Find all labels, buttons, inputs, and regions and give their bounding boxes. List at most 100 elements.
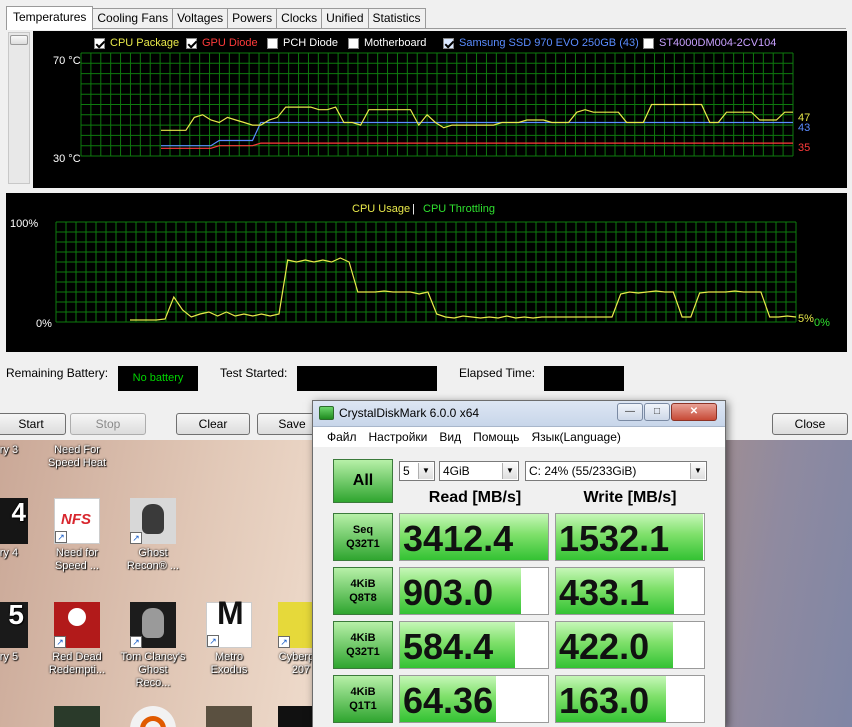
stop-button[interactable]: Stop <box>70 413 146 435</box>
checkbox-st4000[interactable] <box>643 37 654 49</box>
tab-voltages[interactable]: Voltages <box>172 8 229 29</box>
shortcut-arrow-icon: ↗ <box>278 636 290 648</box>
usage-end-value-throttling: 0% <box>814 317 830 329</box>
desktop-icon-metro-exodus[interactable]: M ↗ Metro Exodus <box>196 597 262 677</box>
usage-grid <box>55 221 797 323</box>
test-count-select[interactable]: 5 ▼ <box>399 461 435 481</box>
desktop-icon-rdr[interactable]: ↗ Red Dead Redempti... <box>44 602 110 677</box>
test-started-value <box>297 366 437 391</box>
checkbox-gpu-diode[interactable] <box>186 37 197 49</box>
rdr-icon: ↗ <box>54 602 100 648</box>
read-header: Read [MB/s] <box>428 489 522 506</box>
legend-gpu-diode[interactable]: GPU Diode <box>186 37 258 49</box>
write-result-cell: 163.0 <box>555 675 705 723</box>
checkbox-pch-diode[interactable] <box>267 37 278 49</box>
read-result-cell: 64.36 <box>399 675 549 723</box>
tab-temperatures[interactable]: Temperatures <box>6 6 94 30</box>
chevron-down-icon: ▼ <box>690 463 705 479</box>
desktop-icon-gta[interactable] <box>44 706 110 727</box>
legend-motherboard[interactable]: Motherboard <box>348 37 426 49</box>
legend-cpu-package[interactable]: CPU Package <box>94 37 179 49</box>
test-button-0[interactable]: Seq Q32T1 <box>333 513 393 561</box>
write-result-value: 1532.1 <box>559 518 670 559</box>
legend-label-samsung-ssd: Samsung SSD 970 EVO 250GB (43) <box>459 37 639 49</box>
desktop-icon-tom-clancy[interactable]: ↗ Tom Clancy's Ghost Reco... <box>120 602 186 690</box>
start-button[interactable]: Start <box>0 413 66 435</box>
test-button-3[interactable]: 4KiB Q1T1 <box>333 675 393 723</box>
test-button-1[interactable]: 4KiB Q8T8 <box>333 567 393 615</box>
test-size-value: 4GiB <box>443 464 470 478</box>
battery-label: Remaining Battery: <box>6 366 109 380</box>
test-line1: 4KiB <box>350 686 376 698</box>
checkbox-samsung-ssd[interactable] <box>443 37 454 49</box>
tab-clocks[interactable]: Clocks <box>276 8 323 29</box>
menu-view[interactable]: Вид <box>439 430 461 447</box>
test-line2: Q1T1 <box>349 700 377 712</box>
close-button[interactable]: Close <box>772 413 848 435</box>
desktop-icon-label: Tom Clancy's Ghost Reco... <box>120 651 186 689</box>
minimize-button[interactable]: — <box>617 403 643 421</box>
shortcut-arrow-icon: ↗ <box>130 636 142 648</box>
chevron-down-icon: ▼ <box>502 463 517 479</box>
tab-statistics[interactable]: Statistics <box>367 8 426 29</box>
desktop-icon-label: Red Dead Redempti... <box>48 651 106 676</box>
tab-unified[interactable]: Unified <box>321 8 369 29</box>
test-button-2[interactable]: 4KiB Q32T1 <box>333 621 393 669</box>
read-result-cell: 584.4 <box>399 621 549 669</box>
crystaldiskmark-window: CrystalDiskMark 6.0.0 x64 — □ ✕ Файл Нас… <box>312 400 726 727</box>
legend-st4000[interactable]: ST4000DM004-2CV104 <box>643 37 776 49</box>
desktop-icon-fc5[interactable]: 5 Cry 5 <box>0 601 38 664</box>
read-result-value: 903.0 <box>403 572 494 613</box>
desktop-icon-uplay[interactable] <box>120 706 186 727</box>
temperature-chart: 70 °C 30 °C 47 43 35 CPU Package GPU Dio… <box>33 31 847 188</box>
usage-legend-cpu-throttling: CPU Throttling <box>423 203 495 215</box>
write-result-cell: 422.0 <box>555 621 705 669</box>
tab-cooling-fans[interactable]: Cooling Fans <box>92 8 174 29</box>
read-result-value: 584.4 <box>403 626 494 667</box>
legend-label-cpu-package: CPU Package <box>110 37 180 49</box>
maximize-button[interactable]: □ <box>644 403 670 421</box>
legend-pch-diode[interactable]: PCH Diode <box>267 37 338 49</box>
nfs-icon: NFS ↗ <box>54 498 100 544</box>
checkbox-motherboard[interactable] <box>348 37 359 49</box>
window-close-button[interactable]: ✕ <box>671 403 717 421</box>
desktop-icon-label: Ghost Recon® ... <box>126 547 180 572</box>
desktop-icon-label: Cry 4 <box>0 547 19 559</box>
test-size-select[interactable]: 4GiB ▼ <box>439 461 519 481</box>
tom-clancy-icon: ↗ <box>130 602 176 648</box>
test-line1: 4KiB <box>350 632 376 644</box>
tab-powers[interactable]: Powers <box>227 8 278 29</box>
all-button[interactable]: All <box>333 459 393 503</box>
menu-help[interactable]: Помощь <box>473 430 519 447</box>
drive-select[interactable]: C: 24% (55/233GiB) ▼ <box>525 461 707 481</box>
cpu-usage-chart: CPU Usage | CPU Throttling 100% 0% 5% 0% <box>6 193 847 352</box>
legend-label-motherboard: Motherboard <box>364 37 427 49</box>
fc4-icon: 4 <box>0 498 28 544</box>
write-result-value: 422.0 <box>559 626 650 667</box>
vertical-scrollbar[interactable] <box>8 32 30 184</box>
menu-settings[interactable]: Настройки <box>369 430 428 447</box>
cdm-title-bar[interactable]: CrystalDiskMark 6.0.0 x64 — □ ✕ <box>313 401 725 427</box>
desktop-icon-nfs-heat[interactable]: Need For Speed Heat <box>44 444 110 470</box>
desktop-icon-ghost-recon[interactable]: ↗ Ghost Recon® ... <box>120 498 186 573</box>
scrollbar-thumb[interactable] <box>10 35 28 45</box>
menu-file[interactable]: Файл <box>327 430 357 447</box>
cdm-menu-bar: Файл Настройки Вид Помощь Язык(Language) <box>313 427 725 447</box>
desktop-icon-fc4[interactable]: 4 Cry 4 <box>0 498 38 560</box>
usage-y-min-label: 0% <box>36 318 52 330</box>
desktop-icon-nfs[interactable]: NFS ↗ Need for Speed ... <box>44 498 110 573</box>
legend-samsung-ssd[interactable]: Samsung SSD 970 EVO 250GB (43) <box>443 37 639 49</box>
game-icon <box>206 706 252 727</box>
desktop-icon-game[interactable] <box>196 706 262 727</box>
checkbox-cpu-package[interactable] <box>94 37 105 49</box>
shortcut-arrow-icon: ↗ <box>55 531 67 543</box>
usage-legend-cpu-usage: CPU Usage <box>352 203 410 215</box>
write-result-cell: 433.1 <box>555 567 705 615</box>
legend-label-st4000: ST4000DM004-2CV104 <box>659 37 777 49</box>
desktop-icon-crysis3[interactable]: Cry 3 <box>0 444 38 457</box>
clear-button[interactable]: Clear <box>176 413 250 435</box>
menu-language[interactable]: Язык(Language) <box>531 430 620 447</box>
temperature-chart-svg: 70 °C 30 °C 47 43 35 <box>53 52 810 165</box>
test-count-value: 5 <box>403 464 410 478</box>
elapsed-time-value <box>544 366 624 391</box>
